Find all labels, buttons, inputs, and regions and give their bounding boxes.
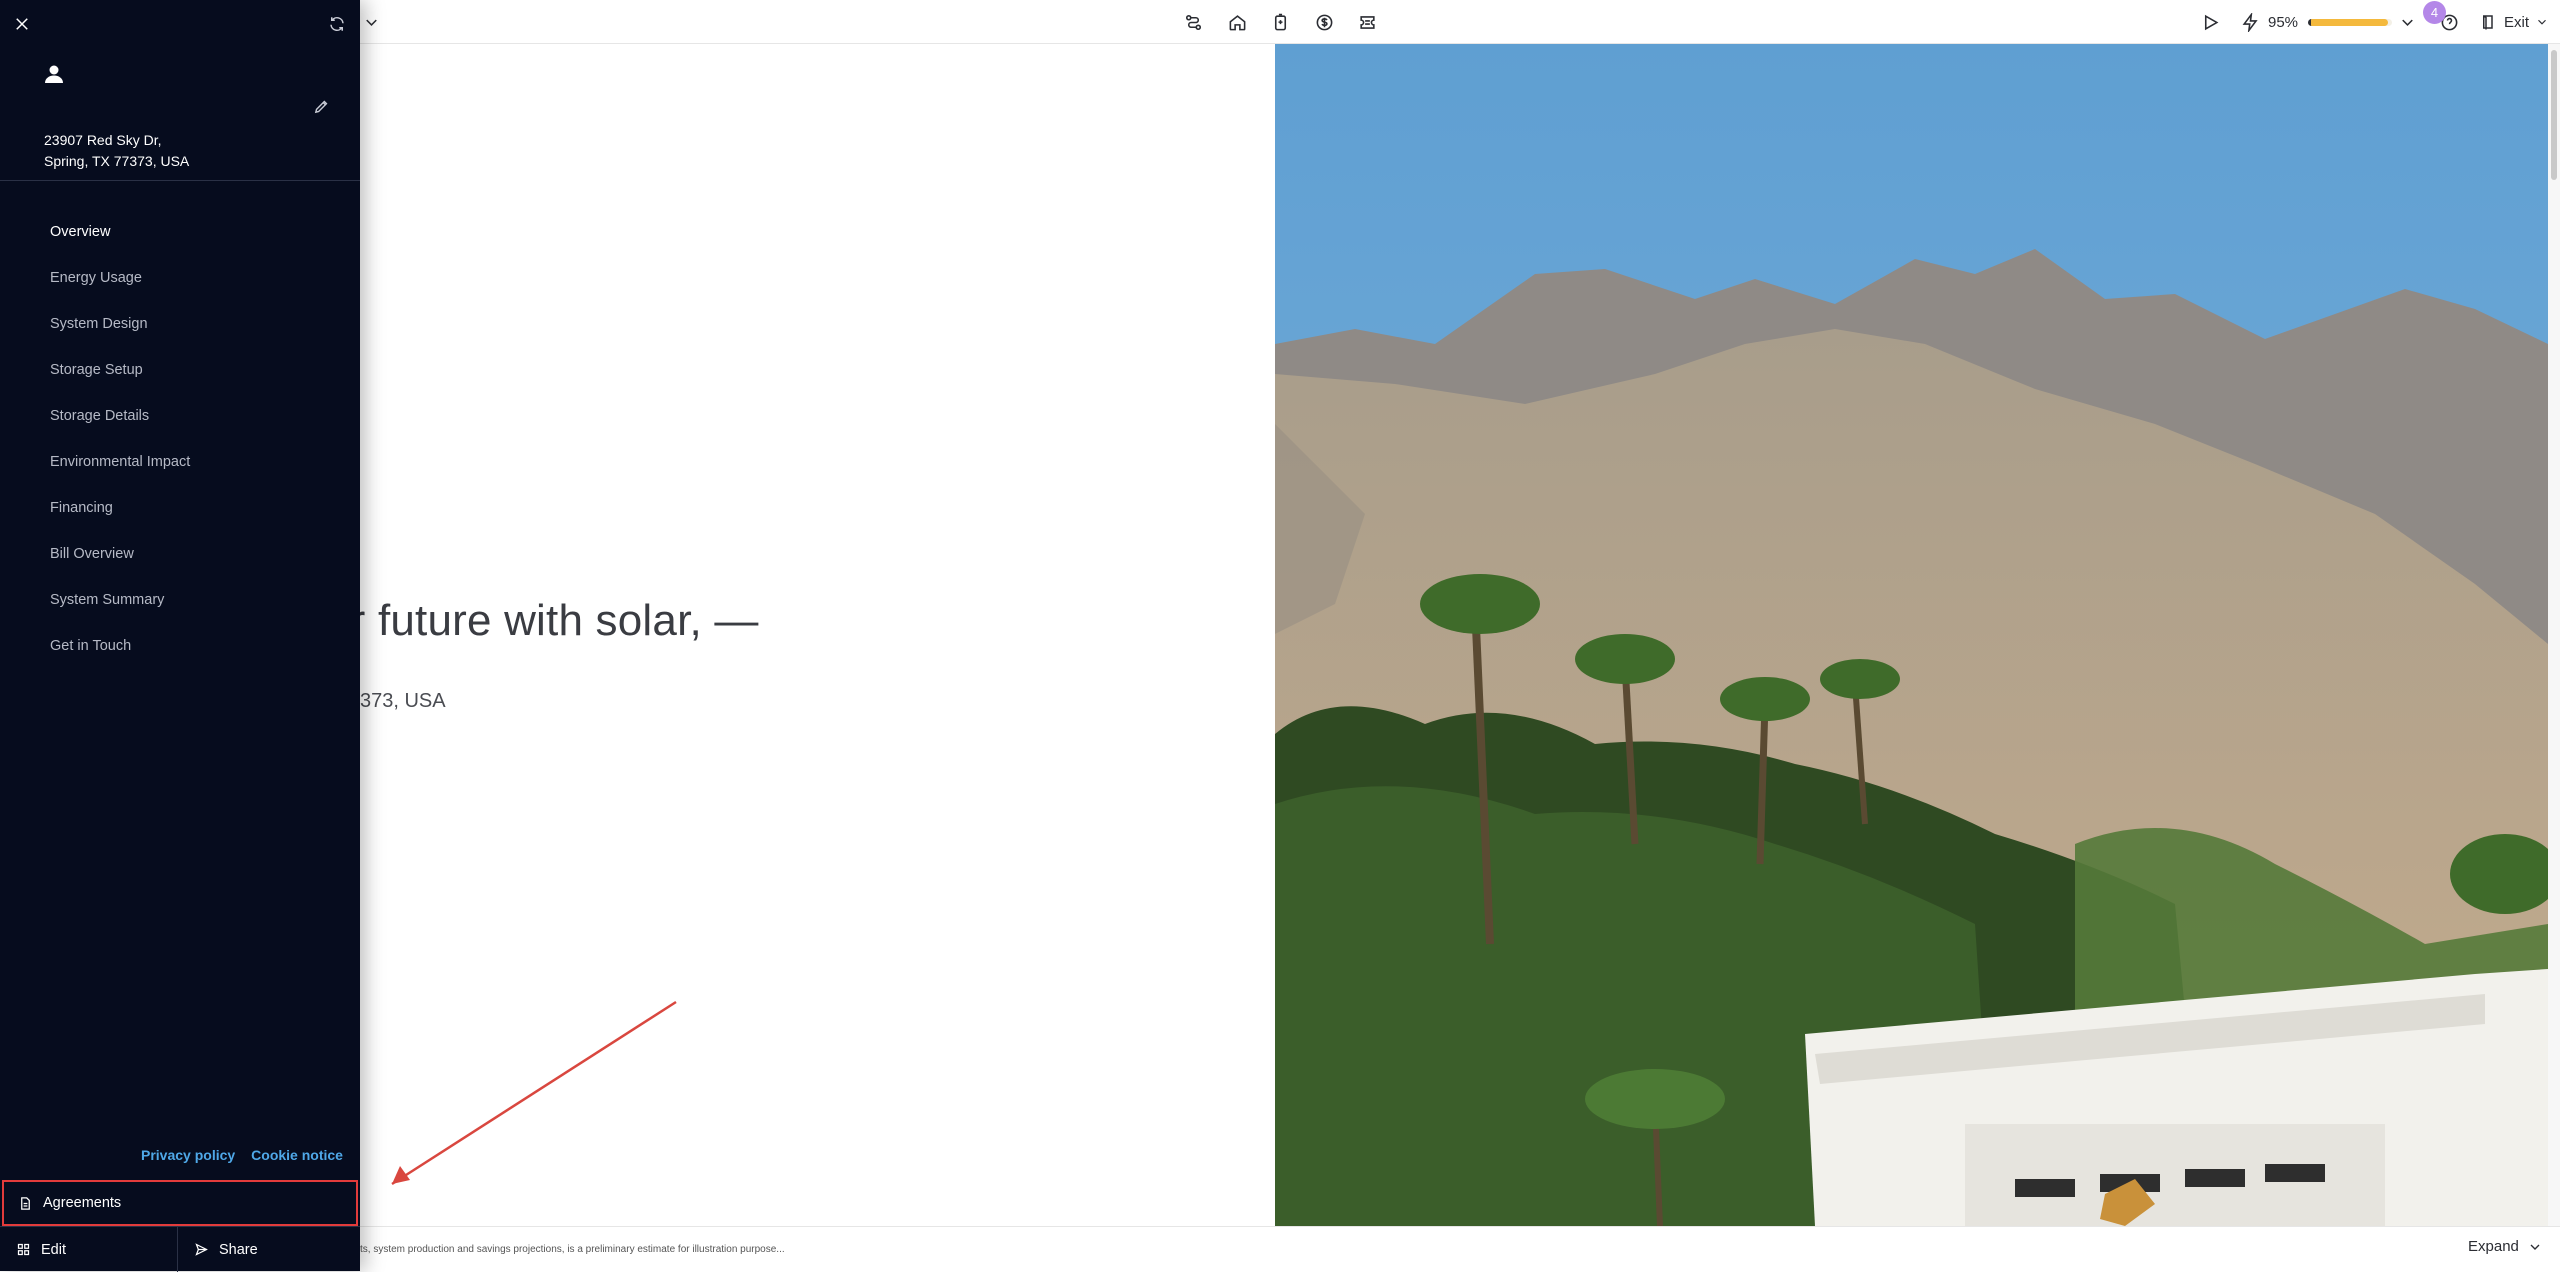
exit-label: Exit: [2504, 13, 2530, 31]
close-icon[interactable]: [10, 12, 34, 36]
sidebar-item-bill-overview[interactable]: Bill Overview: [50, 546, 134, 562]
pencil-icon[interactable]: [310, 95, 332, 117]
disclaimer-text: ts, system production and savings projec…: [360, 1244, 785, 1255]
expand-button[interactable]: Expand: [2468, 1238, 2543, 1255]
sidebar-item-get-in-touch[interactable]: Get in Touch: [50, 638, 131, 654]
hero-headline: ur future with solar, —: [326, 596, 759, 645]
document-icon: [21, 1196, 30, 1210]
agreements-label: Agreements: [43, 1195, 122, 1211]
route-icon[interactable]: [1181, 10, 1205, 34]
expand-label: Expand: [2468, 1238, 2519, 1255]
chevron-down-icon[interactable]: [359, 10, 383, 34]
send-icon: [195, 1243, 208, 1256]
share-label: Share: [219, 1241, 258, 1258]
sidebar-item-energy-usage[interactable]: Energy Usage: [50, 270, 142, 286]
user-icon: [45, 65, 63, 83]
sidebar-item-system-design[interactable]: System Design: [50, 316, 148, 332]
sidebar-item-overview[interactable]: Overview: [50, 224, 110, 240]
hero-photo: [1275, 44, 2548, 1226]
chevron-down-icon[interactable]: [2395, 10, 2419, 34]
hero-address: 373, USA: [360, 690, 446, 712]
scrollbar-thumb[interactable]: [2551, 50, 2557, 180]
sidebar-item-system-summary[interactable]: System Summary: [50, 592, 164, 608]
scrollbar[interactable]: [2548, 44, 2560, 1226]
zoom-level: 95%: [2268, 14, 2299, 31]
exit-icon: [2483, 15, 2493, 30]
address-line-1: 23907 Red Sky Dr,: [44, 132, 162, 148]
cookie-notice-link[interactable]: Cookie notice: [251, 1147, 343, 1163]
top-toolbar: 95% 4 Exit: [0, 0, 2560, 44]
address-line-2: Spring, TX 77373, USA: [44, 153, 190, 169]
refresh-icon[interactable]: [325, 12, 349, 36]
sidebar-item-environmental-impact[interactable]: Environmental Impact: [50, 454, 190, 470]
progress-bar: [2308, 19, 2392, 26]
battery-icon[interactable]: [1268, 10, 1292, 34]
chevron-down-icon: [2530, 1244, 2540, 1250]
sidebar-item-storage-details[interactable]: Storage Details: [50, 408, 149, 424]
avatar: [40, 60, 68, 88]
chevron-down-icon: [2538, 19, 2546, 25]
exit-button[interactable]: Exit: [2480, 10, 2549, 34]
sidebar-item-storage-setup[interactable]: Storage Setup: [50, 362, 143, 378]
annotation-arrow: [391, 1000, 677, 1186]
dollar-icon[interactable]: [1312, 10, 1336, 34]
lightning-icon: [2238, 10, 2262, 34]
legal-links: Privacy policy Cookie notice: [141, 1147, 343, 1163]
ticket-icon[interactable]: [1355, 10, 1379, 34]
notification-badge[interactable]: 4: [2423, 1, 2446, 24]
progress-fill: [2311, 19, 2388, 26]
home-icon[interactable]: [1225, 10, 1249, 34]
agreements-button[interactable]: Agreements: [2, 1180, 358, 1226]
sidebar-footer: Edit Share: [0, 1226, 360, 1272]
sidebar-divider: [0, 180, 360, 181]
share-button[interactable]: Share: [178, 1227, 258, 1272]
play-icon[interactable]: [2198, 10, 2222, 34]
sidebar: 23907 Red Sky Dr, Spring, TX 77373, USA …: [0, 0, 360, 1272]
sidebar-item-financing[interactable]: Financing: [50, 500, 113, 516]
edit-button[interactable]: Edit: [0, 1227, 178, 1272]
edit-label: Edit: [41, 1241, 66, 1258]
privacy-policy-link[interactable]: Privacy policy: [141, 1147, 235, 1163]
sidebar-address: 23907 Red Sky Dr, Spring, TX 77373, USA: [44, 130, 189, 172]
grid-icon: [17, 1243, 30, 1256]
